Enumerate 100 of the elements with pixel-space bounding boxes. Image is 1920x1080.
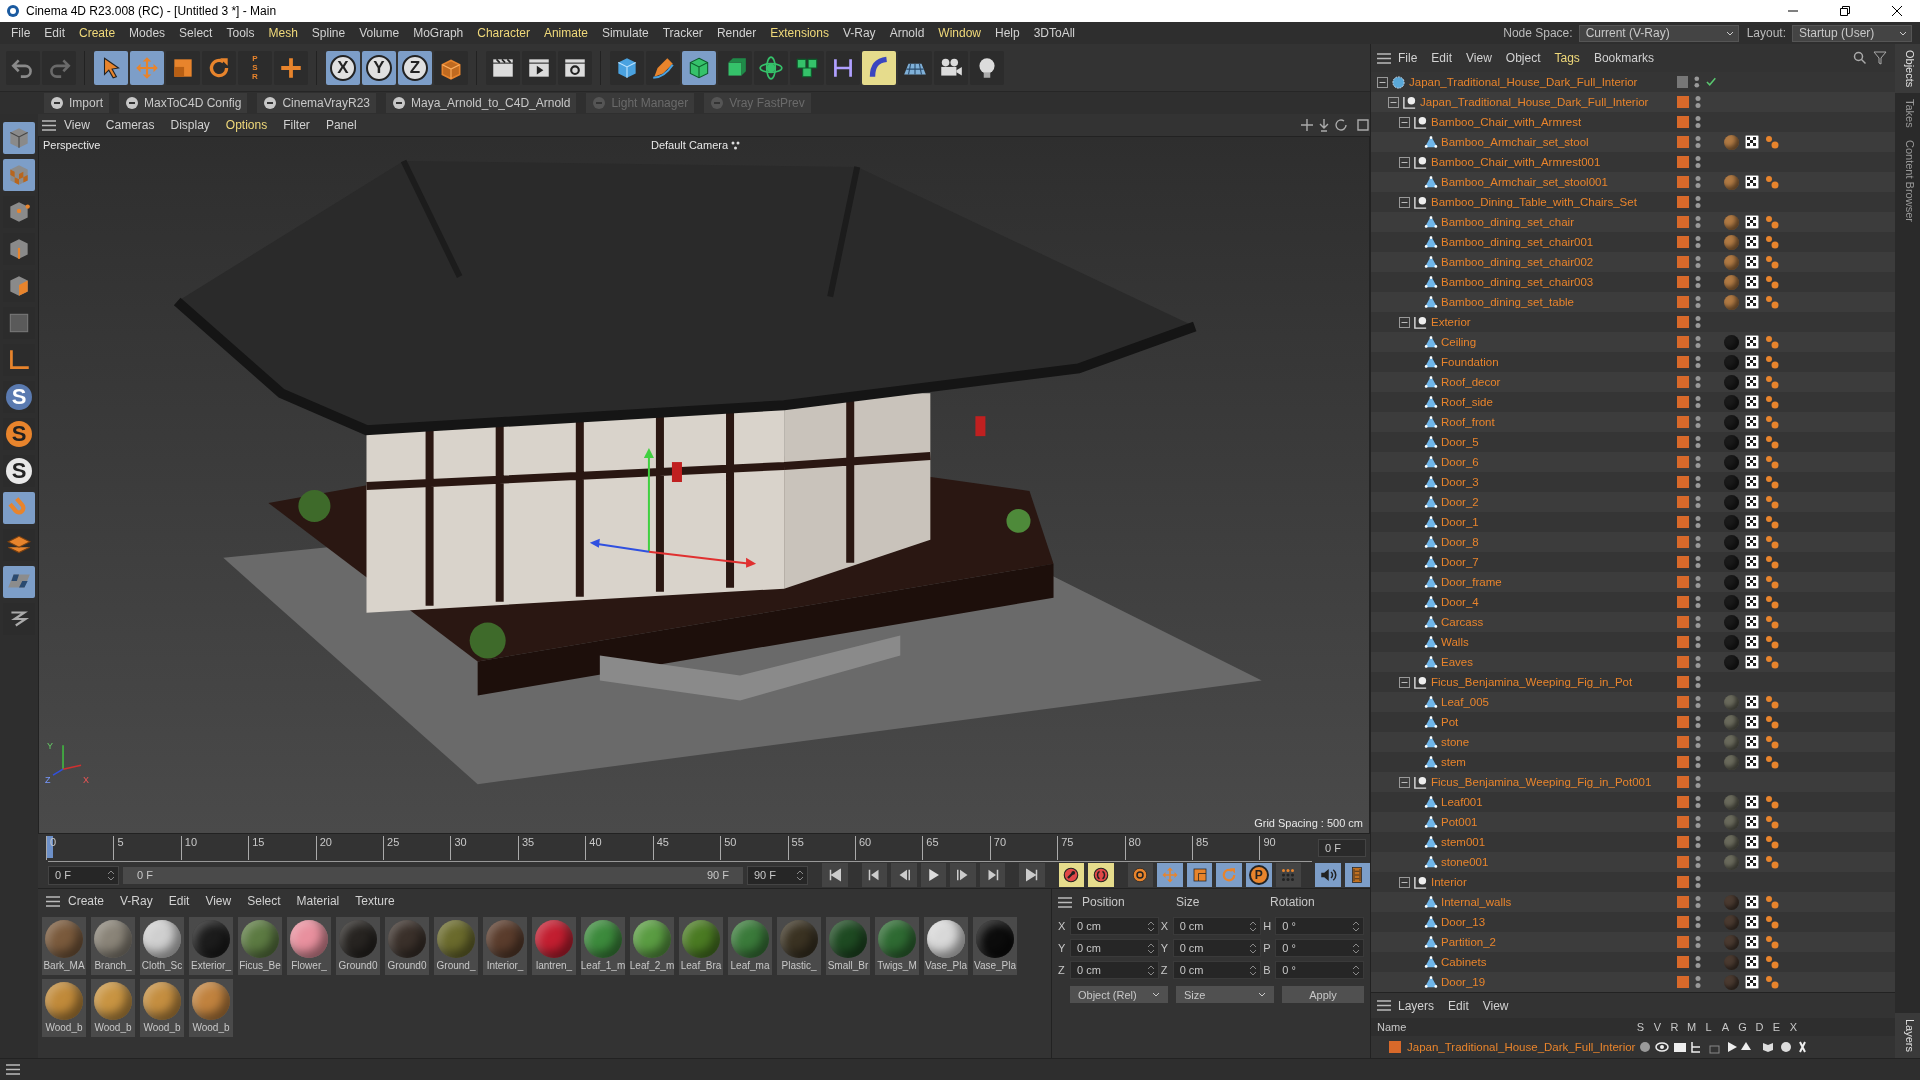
visibility-dots-icon[interactable]: [1695, 535, 1701, 549]
checker-tag-icon[interactable]: [1745, 795, 1759, 809]
object-name[interactable]: Walls: [1441, 636, 1469, 648]
object-name[interactable]: Door_1: [1441, 516, 1479, 528]
dots-tag-icon[interactable]: [1765, 815, 1779, 829]
menu-item[interactable]: Filter: [275, 118, 318, 132]
object-name[interactable]: Japan_Traditional_House_Dark_Full_Interior: [1409, 76, 1638, 88]
menu-item[interactable]: MoGraph: [406, 26, 471, 40]
dots-tag-icon[interactable]: [1765, 735, 1779, 749]
menu-item[interactable]: Extensions: [763, 26, 836, 40]
menu-icon[interactable]: [1377, 52, 1391, 64]
object-name[interactable]: Pot001: [1441, 816, 1478, 828]
side-tab[interactable]: Content Browser: [1895, 134, 1920, 228]
bracket-icon[interactable]: [826, 50, 860, 85]
viewport[interactable]: Perspective Default Camera Grid Spacing : 500 cm Y Z X: [38, 136, 1370, 834]
axis-button[interactable]: X: [326, 50, 360, 85]
visibility-dots-icon[interactable]: [1695, 555, 1701, 569]
material-swatch[interactable]: Wood_b: [91, 979, 135, 1037]
visibility-dots-icon[interactable]: [1695, 955, 1701, 969]
dots-tag-icon[interactable]: [1765, 895, 1779, 909]
spinner-icon[interactable]: [1249, 964, 1258, 977]
visibility-dots-icon[interactable]: [1695, 475, 1701, 489]
camera-dots-icon[interactable]: [731, 140, 741, 150]
menu-item[interactable]: Create: [72, 26, 123, 40]
checker-tag-icon[interactable]: [1745, 735, 1759, 749]
object-name[interactable]: Bamboo_dining_set_chair001: [1441, 236, 1594, 248]
collapse-icon[interactable]: [1399, 156, 1410, 168]
dots-tag-icon[interactable]: [1765, 215, 1779, 229]
extrude-cube-icon[interactable]: [718, 50, 752, 85]
parameter-button[interactable]: P: [1245, 863, 1272, 887]
scale-icon[interactable]: [1186, 863, 1213, 887]
checker-tag-icon[interactable]: [1745, 495, 1759, 509]
object-name[interactable]: stone001: [1441, 856, 1489, 868]
object-name[interactable]: Bamboo_dining_set_chair002: [1441, 256, 1594, 268]
menu-item[interactable]: V-Ray: [835, 26, 883, 40]
dots-tag-icon[interactable]: [1765, 595, 1779, 609]
skip-start-icon[interactable]: [822, 863, 848, 887]
move-gizmo-drawing[interactable]: [589, 448, 757, 568]
menu-item[interactable]: View: [197, 894, 240, 908]
visibility-dots-icon[interactable]: [1695, 695, 1701, 709]
visibility-dots-icon[interactable]: [1695, 755, 1701, 769]
checker-tag-icon[interactable]: [1745, 615, 1759, 629]
checker-tag-icon[interactable]: [1745, 135, 1759, 149]
dots-tag-icon[interactable]: [1765, 795, 1779, 809]
object-name[interactable]: Pot: [1441, 716, 1459, 728]
visibility-dots-icon[interactable]: [1695, 595, 1701, 609]
menu-item[interactable]: Tools: [219, 26, 262, 40]
menu-item[interactable]: File: [1391, 51, 1425, 65]
menu-item[interactable]: Modes: [122, 26, 173, 40]
dots-tag-icon[interactable]: [1765, 435, 1779, 449]
visibility-dots-icon[interactable]: [1695, 635, 1701, 649]
material-swatch[interactable]: Wood_b: [189, 979, 233, 1037]
atom-icon[interactable]: [754, 50, 788, 85]
collapse-icon[interactable]: [1399, 776, 1410, 788]
material-swatch[interactable]: Wood_b: [42, 979, 86, 1037]
checker-tag-icon[interactable]: [1745, 515, 1759, 529]
object-name[interactable]: Internal_walls: [1441, 896, 1512, 908]
visibility-dots-icon[interactable]: [1695, 835, 1701, 849]
side-tab[interactable]: Objects: [1895, 44, 1920, 94]
menu-item[interactable]: File: [4, 26, 38, 40]
dots-tag-icon[interactable]: [1765, 555, 1779, 569]
material-swatch[interactable]: Ground0: [336, 917, 380, 975]
dots-tag-icon[interactable]: [1765, 615, 1779, 629]
collapse-icon[interactable]: [1399, 116, 1410, 128]
spinner-icon[interactable]: [1352, 920, 1360, 933]
material-swatch[interactable]: Ficus_Be: [238, 917, 282, 975]
menu-item[interactable]: Animate: [536, 26, 595, 40]
object-name[interactable]: Foundation: [1441, 356, 1499, 368]
cube-icon[interactable]: [610, 50, 644, 85]
visibility-dots-icon[interactable]: [1695, 95, 1701, 109]
step-forward-icon[interactable]: [950, 863, 976, 887]
spinner-icon[interactable]: [1146, 964, 1155, 977]
menu-item[interactable]: Help: [988, 26, 1027, 40]
object-name[interactable]: Bamboo_Chair_with_Armrest: [1431, 116, 1582, 128]
checker-tag-icon[interactable]: [1745, 275, 1759, 289]
object-name[interactable]: Door_3: [1441, 476, 1479, 488]
object-name[interactable]: Cabinets: [1441, 956, 1487, 968]
object-name[interactable]: Leaf_005: [1441, 696, 1489, 708]
object-name[interactable]: Exterior: [1431, 316, 1471, 328]
checker-tag-icon[interactable]: [1745, 475, 1759, 489]
menu-item[interactable]: Tracker: [655, 26, 710, 40]
object-name[interactable]: Bamboo_dining_set_table: [1441, 296, 1574, 308]
dots-tag-icon[interactable]: [1765, 495, 1779, 509]
checker-plane-icon[interactable]: [3, 566, 35, 598]
menu-item[interactable]: Window: [931, 26, 988, 40]
position-field[interactable]: 0 cm: [1070, 961, 1159, 979]
next-key-icon[interactable]: [979, 863, 1006, 887]
visibility-dots-icon[interactable]: [1695, 655, 1701, 669]
spinner-icon[interactable]: [1146, 942, 1155, 955]
collapse-icon[interactable]: [1399, 876, 1410, 888]
visibility-dots-icon[interactable]: [1695, 395, 1701, 409]
menu-item[interactable]: V-Ray: [112, 894, 161, 908]
position-field[interactable]: 0 cm: [1070, 917, 1159, 935]
dots-tag-icon[interactable]: [1765, 515, 1779, 529]
dots-tag-icon[interactable]: [1765, 975, 1779, 989]
search-icon[interactable]: [1853, 51, 1867, 65]
dots-tag-icon[interactable]: [1765, 635, 1779, 649]
visibility-dots-icon[interactable]: [1695, 455, 1701, 469]
checker-tag-icon[interactable]: [1745, 715, 1759, 729]
auto-key-icon[interactable]: [1088, 863, 1114, 887]
